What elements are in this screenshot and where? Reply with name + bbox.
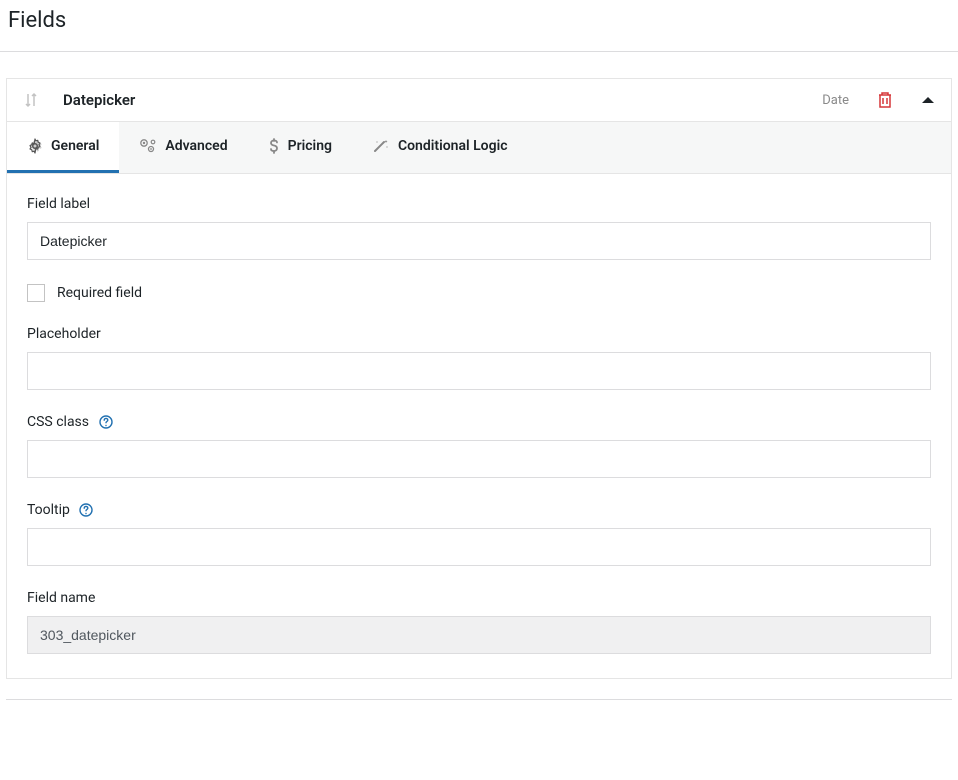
tab-advanced[interactable]: Advanced bbox=[119, 122, 247, 173]
placeholder-label: Placeholder bbox=[27, 326, 931, 342]
tab-conditional-logic[interactable]: Conditional Logic bbox=[352, 122, 528, 173]
divider bbox=[0, 51, 958, 52]
css-class-row: CSS class bbox=[27, 414, 931, 478]
help-icon[interactable] bbox=[99, 415, 113, 429]
tooltip-input[interactable] bbox=[27, 528, 931, 566]
dollar-icon bbox=[268, 138, 280, 154]
css-class-input[interactable] bbox=[27, 440, 931, 478]
field-name-row: Field name bbox=[27, 590, 931, 654]
wand-icon bbox=[372, 138, 390, 154]
field-header[interactable]: Datepicker Date bbox=[7, 79, 951, 121]
placeholder-input[interactable] bbox=[27, 352, 931, 390]
page-title: Fields bbox=[0, 0, 958, 51]
field-label-row: Field label bbox=[27, 196, 931, 260]
field-name-label: Field name bbox=[27, 590, 931, 606]
field-type-label: Date bbox=[822, 93, 849, 108]
placeholder-row: Placeholder bbox=[27, 326, 931, 390]
field-card: Datepicker Date General bbox=[6, 78, 952, 679]
required-row: Required field bbox=[27, 284, 931, 302]
delete-icon[interactable] bbox=[877, 91, 893, 109]
sliders-icon bbox=[139, 138, 157, 154]
tab-label: General bbox=[51, 138, 99, 154]
field-name-input bbox=[27, 616, 931, 654]
field-title: Datepicker bbox=[63, 91, 822, 109]
tab-general[interactable]: General bbox=[7, 122, 119, 173]
gear-icon bbox=[27, 138, 43, 154]
field-label-label: Field label bbox=[27, 196, 931, 212]
tab-label: Pricing bbox=[288, 138, 332, 154]
drag-handle-icon[interactable] bbox=[23, 91, 39, 109]
tab-label: Conditional Logic bbox=[398, 138, 508, 154]
tabs: General Advanced Pricing bbox=[7, 121, 951, 174]
tab-pricing[interactable]: Pricing bbox=[248, 122, 352, 173]
required-checkbox[interactable] bbox=[27, 284, 45, 302]
css-class-label: CSS class bbox=[27, 414, 931, 430]
required-label: Required field bbox=[57, 285, 142, 301]
divider bbox=[6, 699, 952, 700]
tooltip-row: Tooltip bbox=[27, 502, 931, 566]
form-body: Field label Required field Placeholder C… bbox=[7, 174, 951, 678]
tab-label: Advanced bbox=[165, 138, 227, 154]
collapse-icon[interactable] bbox=[921, 95, 935, 105]
help-icon[interactable] bbox=[79, 503, 93, 517]
tooltip-label: Tooltip bbox=[27, 502, 931, 518]
field-label-input[interactable] bbox=[27, 222, 931, 260]
